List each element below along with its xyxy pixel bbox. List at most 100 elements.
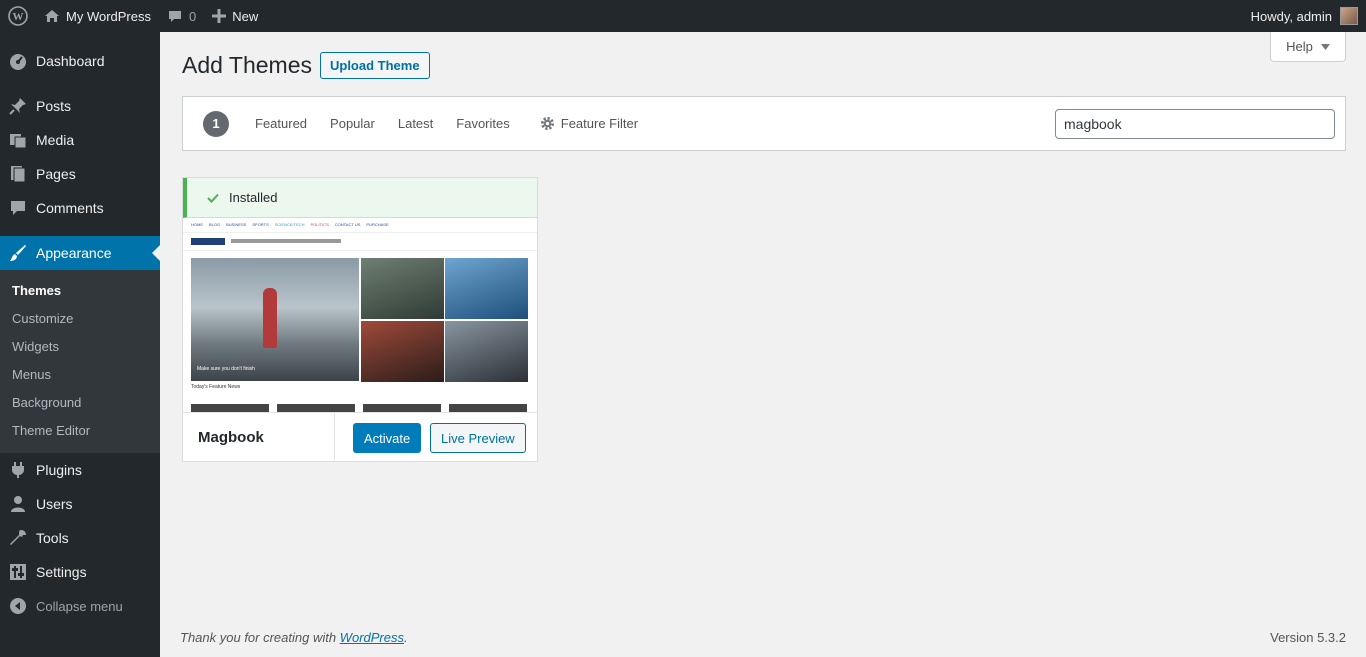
sidebar-item-media[interactable]: Media (0, 123, 160, 157)
collapse-icon (8, 596, 28, 616)
comments-link[interactable]: 0 (159, 0, 204, 32)
filter-popular[interactable]: Popular (330, 116, 375, 131)
sidebar-item-label: Plugins (36, 462, 82, 478)
screenshot-tile (361, 321, 444, 382)
screenshot-section-title: Today's Feature News (191, 384, 241, 390)
screenshot-thumb (277, 404, 355, 412)
sidebar-item-comments[interactable]: Comments (0, 191, 160, 225)
sidebar-item-pages[interactable]: Pages (0, 157, 160, 191)
screenshot-tile (445, 321, 528, 382)
checkmark-icon (207, 193, 219, 203)
sidebar-item-label: Media (36, 132, 75, 148)
wordpress-link[interactable]: WordPress (340, 630, 404, 645)
pin-icon (8, 96, 28, 116)
sidebar-item-label: Collapse menu (36, 598, 123, 614)
upload-theme-button[interactable]: Upload Theme (319, 52, 430, 79)
help-button[interactable]: Help (1270, 32, 1346, 62)
submenu-item-customize[interactable]: Customize (0, 305, 160, 333)
screenshot-divider (183, 250, 537, 251)
settings-icon (8, 562, 28, 582)
plus-icon (212, 9, 227, 23)
screenshot-nav-item: BUSINESS (226, 222, 247, 227)
footer-thanks-suffix: . (404, 630, 408, 645)
screenshot-nav-item: PURCHASE (366, 222, 389, 227)
submenu-item-menus[interactable]: Menus (0, 361, 160, 389)
screenshot-nav-item: HOME (191, 222, 203, 227)
sidebar-item-posts[interactable]: Posts (0, 89, 160, 123)
theme-name: Magbook (183, 413, 335, 461)
my-account-link[interactable]: Howdy, admin (1243, 0, 1366, 32)
theme-screenshot[interactable]: HOME BLOG BUSINESS SPORTS SCIENCE/TECH P… (183, 218, 537, 412)
new-content-link[interactable]: New (204, 0, 266, 32)
plugin-icon (8, 460, 28, 480)
comment-bubble-icon (167, 8, 183, 24)
screenshot-nav-item: SPORTS (252, 222, 269, 227)
collapse-menu-button[interactable]: Collapse menu (0, 589, 160, 623)
theme-card-footer: Magbook Activate Live Preview (183, 412, 537, 461)
screenshot-nav-item: SCIENCE/TECH (274, 222, 305, 227)
admin-sidebar: Dashboard Posts Media Pages Comments App… (0, 32, 160, 657)
sidebar-item-users[interactable]: Users (0, 487, 160, 521)
greeting: Howdy, admin (1250, 8, 1332, 24)
admin-bar: W My WordPress 0 New Howdy, admin (0, 0, 1366, 32)
main-content: Help Add Themes Upload Theme 1 Featured … (160, 32, 1366, 657)
sidebar-item-label: Pages (36, 166, 76, 182)
sidebar-item-label: Users (36, 496, 73, 512)
sidebar-item-tools[interactable]: Tools (0, 521, 160, 555)
screenshot-breaking-tag (191, 238, 225, 245)
home-icon (44, 8, 60, 24)
avatar (1340, 7, 1358, 25)
filter-latest[interactable]: Latest (398, 116, 433, 131)
screenshot-hero-image: Make sure you don't finish (191, 258, 359, 381)
sidebar-item-label: Posts (36, 98, 72, 114)
installed-notice: Installed (183, 178, 537, 218)
page-title: Add Themes (182, 52, 312, 78)
sidebar-item-label: Comments (36, 200, 104, 216)
sidebar-item-label: Dashboard (36, 53, 105, 69)
media-icon (8, 130, 28, 150)
screenshot-hero-figure (263, 288, 277, 348)
screenshot-tile (361, 258, 444, 319)
brush-icon (8, 243, 28, 263)
submenu-item-background[interactable]: Background (0, 389, 160, 417)
gear-icon (540, 116, 555, 131)
sidebar-item-plugins[interactable]: Plugins (0, 453, 160, 487)
filter-favorites[interactable]: Favorites (456, 116, 509, 131)
theme-count-badge: 1 (203, 110, 229, 137)
submenu-item-widgets[interactable]: Widgets (0, 333, 160, 361)
help-label: Help (1286, 39, 1313, 54)
screenshot-thumb (191, 404, 269, 412)
screenshot-thumb (449, 404, 527, 412)
sidebar-item-dashboard[interactable]: Dashboard (0, 44, 160, 78)
footer-version: Version 5.3.2 (1270, 630, 1346, 645)
dashboard-icon (8, 51, 28, 71)
appearance-submenu: Themes Customize Widgets Menus Backgroun… (0, 270, 160, 453)
wrench-icon (8, 528, 28, 548)
screenshot-thumb (363, 404, 441, 412)
screenshot-hero-caption: Make sure you don't finish (197, 366, 255, 372)
submenu-item-themes[interactable]: Themes (0, 277, 160, 305)
theme-card[interactable]: Installed HOME BLOG BUSINESS SPORTS SCIE… (182, 177, 538, 462)
activate-button[interactable]: Activate (353, 423, 422, 453)
comment-icon (8, 198, 28, 218)
filter-featured[interactable]: Featured (255, 116, 307, 131)
screenshot-nav-item: POLITICS (310, 222, 329, 227)
submenu-item-theme-editor[interactable]: Theme Editor (0, 417, 160, 445)
sidebar-item-label: Appearance (36, 245, 112, 261)
sidebar-item-label: Tools (36, 530, 69, 546)
screenshot-nav: HOME BLOG BUSINESS SPORTS SCIENCE/TECH P… (191, 222, 389, 227)
footer-thanks-prefix: Thank you for creating with (180, 630, 340, 645)
live-preview-button[interactable]: Live Preview (430, 423, 526, 453)
sidebar-item-settings[interactable]: Settings (0, 555, 160, 589)
feature-filter-button[interactable]: Feature Filter (540, 116, 638, 131)
theme-search-input[interactable] (1055, 108, 1335, 139)
user-icon (8, 494, 28, 514)
footer-thanks: Thank you for creating with WordPress. (180, 630, 408, 645)
wordpress-logo-icon[interactable]: W (0, 0, 36, 32)
comments-count: 0 (189, 8, 197, 24)
sidebar-item-appearance[interactable]: Appearance (0, 236, 160, 270)
site-name-link[interactable]: My WordPress (36, 0, 159, 32)
screenshot-tile (445, 258, 528, 319)
screenshot-ticker (231, 239, 341, 243)
screenshot-thumbnails (191, 404, 527, 412)
